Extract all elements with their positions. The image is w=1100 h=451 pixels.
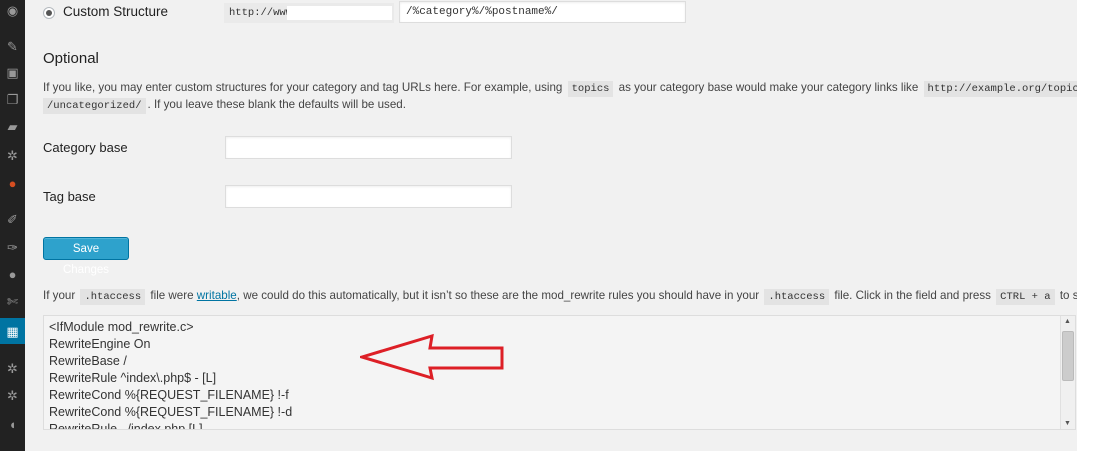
plugins-icon[interactable]: ✑ xyxy=(2,237,23,257)
annotation-arrow-icon xyxy=(360,333,504,381)
gear-icon[interactable]: ✲ xyxy=(2,358,23,378)
settings-active-icon[interactable]: ▦ xyxy=(0,318,25,344)
rule-line: RewriteRule ^index\.php$ - [L] xyxy=(49,371,217,385)
custom-structure-label: Custom Structure xyxy=(63,4,169,19)
pages-icon[interactable]: ❐ xyxy=(2,89,23,109)
optional-text-2: as your category base would make your ca… xyxy=(615,81,922,94)
htaccess-notice: If your .htaccess file were writable, we… xyxy=(43,286,1100,307)
textarea-scrollbar[interactable]: ▲ ▼ xyxy=(1060,316,1075,429)
rule-line: <IfModule mod_rewrite.c> xyxy=(49,320,194,334)
code-example-url-2: /uncategorized/ xyxy=(43,98,146,114)
optional-text-3: . If you leave these blank the defaults … xyxy=(147,98,406,111)
code-htaccess-2: .htaccess xyxy=(764,289,830,305)
code-example-url: http://example.org/topics xyxy=(923,81,1090,97)
comments-icon[interactable]: ▰ xyxy=(2,116,23,136)
htaccess-text-4: file. Click in the field and press xyxy=(831,289,995,302)
optional-heading: Optional xyxy=(43,50,99,67)
rewrite-rules-textarea[interactable]: <IfModule mod_rewrite.c> RewriteEngine O… xyxy=(43,315,1076,430)
code-keys: CTRL + a xyxy=(996,289,1055,305)
scroll-down-icon[interactable]: ▼ xyxy=(1064,420,1071,427)
htaccess-text-3: , we could do this automatically, but it… xyxy=(236,289,763,302)
rule-line: RewriteCond %{REQUEST_FILENAME} !-d xyxy=(49,405,293,419)
scroll-up-icon[interactable]: ▲ xyxy=(1064,318,1071,325)
wrench-icon[interactable]: ✄ xyxy=(2,291,23,311)
pin-icon[interactable]: ✎ xyxy=(2,36,23,56)
optional-description-2: /uncategorized/. If you leave these blan… xyxy=(43,95,406,116)
htaccess-text-1: If your xyxy=(43,289,79,302)
rule-line: RewriteCond %{REQUEST_FILENAME} !-f xyxy=(49,388,289,402)
tools-icon[interactable]: ✐ xyxy=(2,209,23,229)
optional-text-1: If you like, you may enter custom struct… xyxy=(43,81,566,94)
category-base-label: Category base xyxy=(43,140,128,155)
scrollbar-thumb[interactable] xyxy=(1062,331,1074,381)
collapse-icon[interactable]: ◖ xyxy=(2,414,23,434)
settings-icon[interactable]: ✲ xyxy=(2,145,23,165)
rule-line: RewriteEngine On xyxy=(49,337,151,351)
category-base-input[interactable] xyxy=(225,136,512,159)
settings-content: Custom Structure http://www. Optional If… xyxy=(25,0,1100,451)
writable-link[interactable]: writable xyxy=(197,289,237,302)
save-changes-button[interactable]: Save Changes xyxy=(43,237,129,276)
code-topics: topics xyxy=(567,81,614,97)
dashboard-icon[interactable]: ◉ xyxy=(2,0,23,20)
users-icon[interactable]: ● xyxy=(2,264,23,284)
page-scroll-gutter xyxy=(1077,0,1100,451)
media-icon[interactable]: ▣ xyxy=(2,62,23,82)
gear-icon[interactable]: ✲ xyxy=(2,385,23,405)
admin-sidebar: ◉ ✎ ▣ ❐ ▰ ✲ ● ✐ ✑ ● ✄ ▦ ✲ ✲ ◖ xyxy=(0,0,25,451)
plugin-badge-icon[interactable]: ● xyxy=(2,173,23,193)
tag-base-input[interactable] xyxy=(225,185,512,208)
rule-line: RewriteRule . /index.php [L] xyxy=(49,422,203,430)
redacted-domain xyxy=(287,6,392,20)
rule-line: RewriteBase / xyxy=(49,354,127,368)
permalink-structure-input[interactable] xyxy=(399,1,686,23)
url-prefix: http://www. xyxy=(224,3,394,23)
custom-structure-radio[interactable] xyxy=(43,7,55,19)
code-htaccess: .htaccess xyxy=(80,289,146,305)
tag-base-label: Tag base xyxy=(43,189,96,204)
htaccess-text-2: file were xyxy=(147,289,197,302)
